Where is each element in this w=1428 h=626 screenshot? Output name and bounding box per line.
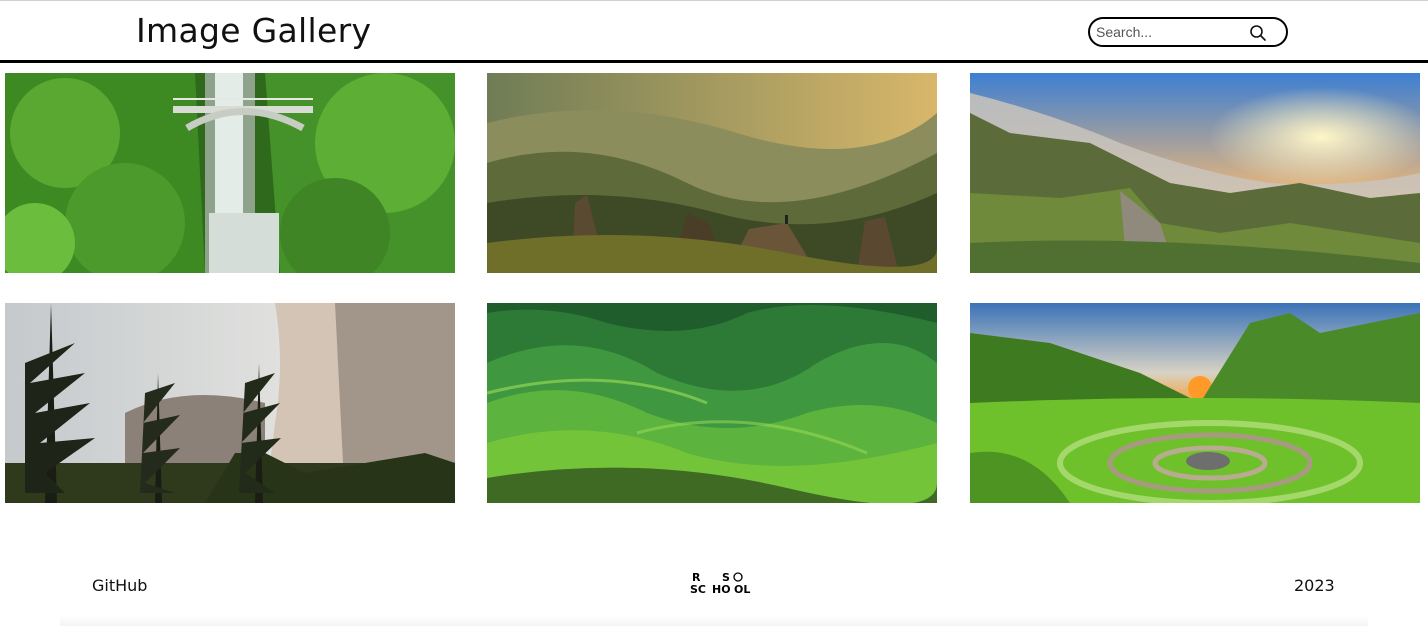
logo-ol: OL (734, 583, 750, 596)
search-icon[interactable] (1248, 23, 1268, 43)
page: Image Gallery Search... GitHub R S SC HO… (0, 0, 1428, 626)
rs-school-logo[interactable]: R S SC HO OL (690, 571, 756, 597)
gallery-image-green-hills[interactable] (487, 303, 937, 503)
gallery-image-valley-spiral[interactable] (970, 303, 1420, 503)
gallery-image-waterfall[interactable] (5, 73, 455, 273)
gallery-image-mountain-hiker[interactable] (487, 73, 937, 273)
gallery-image-pine-trees-cliff[interactable] (5, 303, 455, 503)
footer-year: 2023 (1294, 576, 1335, 595)
github-link[interactable]: GitHub (92, 576, 147, 595)
search-input[interactable] (1096, 22, 1246, 42)
logo-sc: SC (690, 583, 706, 596)
logo-ho: HO (712, 583, 731, 596)
footer-shadow (60, 616, 1368, 626)
page-title: Image Gallery (136, 11, 372, 50)
header: Image Gallery (0, 0, 1428, 63)
footer: GitHub R S SC HO OL 2023 (0, 556, 1428, 626)
gallery-image-cliffs-sunset[interactable] (970, 73, 1420, 273)
